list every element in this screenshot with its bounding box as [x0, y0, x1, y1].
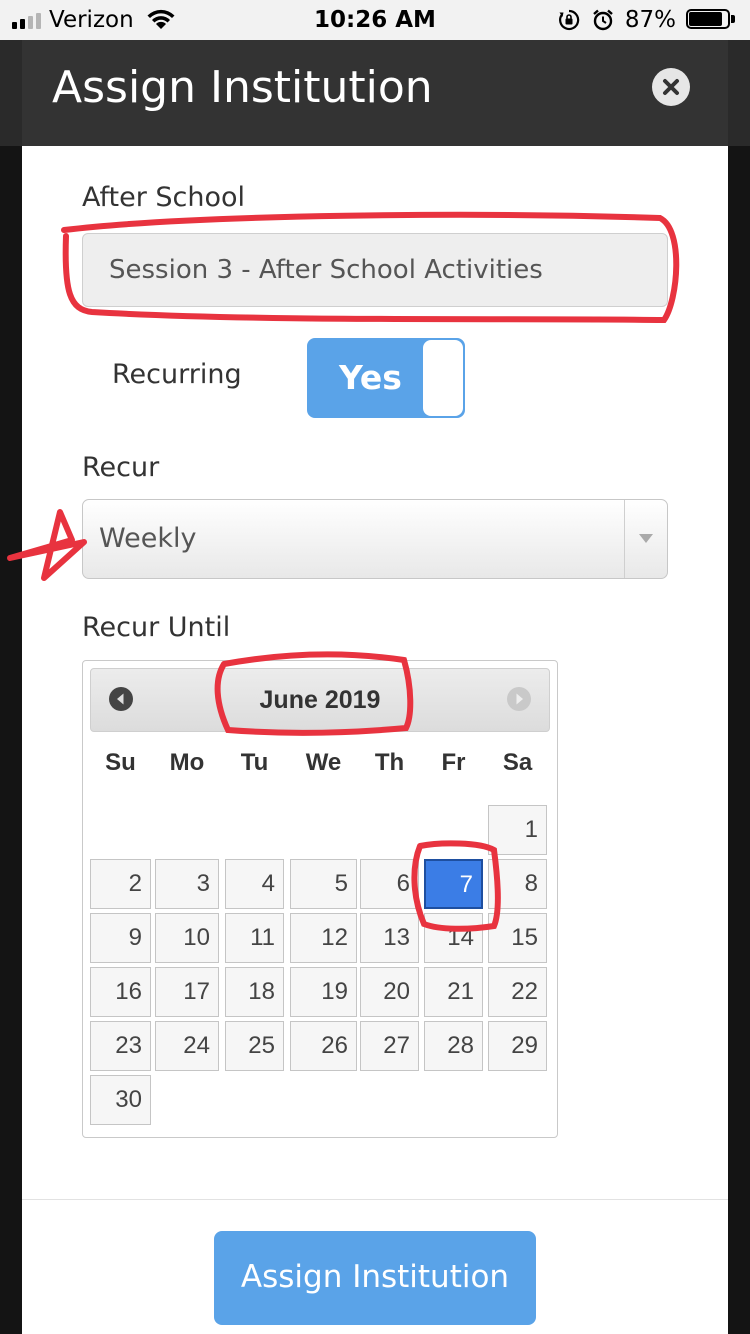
- weekday-header: Sa: [502, 749, 533, 776]
- date-picker: June 2019 Su Mo Tu We Th Fr Sa 1 2 3 4 5 6 7 8 9 10 11 12…: [82, 660, 558, 1138]
- calendar-day[interactable]: 29: [488, 1021, 547, 1071]
- recurring-toggle-label: Yes: [339, 358, 402, 397]
- backdrop-left: [0, 40, 22, 1334]
- next-month-button[interactable]: [506, 686, 532, 712]
- calendar-day[interactable]: 27: [360, 1021, 419, 1071]
- recurring-label: Recurring: [112, 359, 242, 390]
- calendar-day[interactable]: 13: [360, 913, 419, 963]
- calendar-day[interactable]: 12: [290, 913, 357, 963]
- weekday-header: Th: [374, 749, 405, 776]
- weekday-header: Tu: [240, 749, 269, 776]
- recur-select[interactable]: Weekly: [82, 499, 668, 579]
- after-school-field: Session 3 - After School Activities: [82, 233, 668, 307]
- recur-select-value: Weekly: [99, 523, 197, 554]
- close-icon: [663, 79, 679, 95]
- footer-divider: [22, 1199, 728, 1200]
- calendar-month-label: June 2019: [259, 686, 381, 714]
- battery-percent: 87%: [624, 7, 676, 33]
- calendar-day[interactable]: 19: [290, 967, 357, 1017]
- calendar-day[interactable]: 17: [155, 967, 219, 1017]
- calendar-day[interactable]: 6: [360, 859, 419, 909]
- calendar-day[interactable]: 24: [155, 1021, 219, 1071]
- calendar-day[interactable]: 22: [488, 967, 547, 1017]
- calendar-day[interactable]: 26: [290, 1021, 357, 1071]
- after-school-label: After School: [82, 182, 246, 213]
- chevron-down-icon: [639, 534, 653, 543]
- calendar-day[interactable]: 16: [90, 967, 151, 1017]
- calendar-day[interactable]: 23: [90, 1021, 151, 1071]
- recur-until-label: Recur Until: [82, 612, 231, 643]
- weekday-header: We: [305, 749, 342, 776]
- orientation-lock-icon: [558, 9, 580, 31]
- weekday-header: Fr: [441, 749, 466, 776]
- calendar-day[interactable]: 4: [225, 859, 284, 909]
- recur-label: Recur: [82, 452, 160, 483]
- calendar-day[interactable]: 2: [90, 859, 151, 909]
- calendar-day[interactable]: 28: [424, 1021, 483, 1071]
- calendar-day[interactable]: 30: [90, 1075, 151, 1125]
- modal-title: Assign Institution: [52, 62, 433, 113]
- calendar-day[interactable]: 9: [90, 913, 151, 963]
- calendar-day[interactable]: 10: [155, 913, 219, 963]
- calendar-day[interactable]: 18: [225, 967, 284, 1017]
- weekday-header: Mo: [169, 749, 205, 776]
- battery-icon: [686, 9, 736, 31]
- calendar-day[interactable]: 3: [155, 859, 219, 909]
- calendar-day[interactable]: 11: [225, 913, 284, 963]
- calendar-day[interactable]: 5: [290, 859, 357, 909]
- calendar-day[interactable]: 14: [424, 913, 483, 963]
- status-bar: Verizon 10:26 AM 87%: [0, 0, 750, 40]
- select-arrow: [624, 500, 667, 578]
- assign-institution-button[interactable]: Assign Institution: [214, 1231, 536, 1325]
- backdrop-right: [728, 40, 750, 1334]
- calendar-day[interactable]: 1: [488, 805, 547, 855]
- alarm-icon: [593, 9, 613, 31]
- assign-institution-modal: Assign Institution After School Session …: [22, 40, 728, 1334]
- modal-header: Assign Institution: [22, 40, 728, 146]
- calendar-day[interactable]: 20: [360, 967, 419, 1017]
- calendar-day[interactable]: 21: [424, 967, 483, 1017]
- toggle-knob: [423, 340, 463, 416]
- calendar-day[interactable]: 15: [488, 913, 547, 963]
- recurring-toggle[interactable]: Yes: [307, 338, 465, 418]
- calendar-day[interactable]: 8: [488, 859, 547, 909]
- weekday-header: Su: [105, 749, 136, 776]
- calendar-day[interactable]: 25: [225, 1021, 284, 1071]
- calendar-day-selected[interactable]: 7: [424, 859, 483, 909]
- close-button[interactable]: [652, 68, 690, 106]
- status-right: 87%: [557, 4, 736, 36]
- calendar-header: June 2019: [90, 668, 550, 732]
